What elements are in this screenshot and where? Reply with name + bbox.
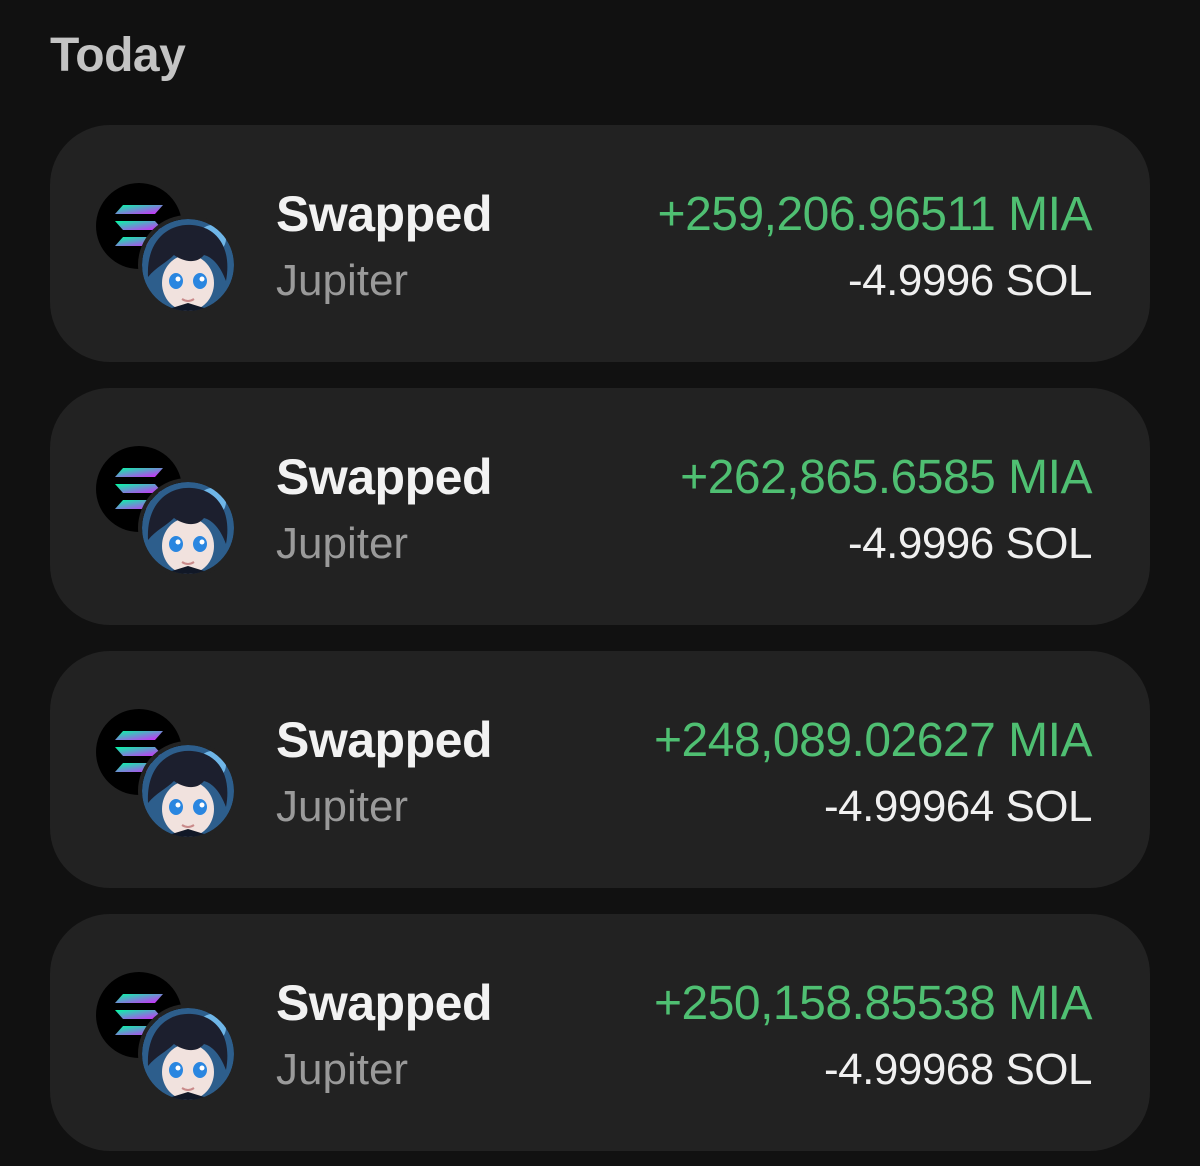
mia-token-avatar [138,215,238,315]
mia-token-avatar [138,1004,238,1104]
amount-sent: -4.99968 SOL [824,1045,1092,1094]
transaction-platform: Jupiter [276,256,409,305]
transaction-type: Swapped [276,186,492,242]
transaction-type: Swapped [276,975,492,1031]
transaction-card[interactable]: Swapped Jupiter +259,206.96511 MIA -4.99… [50,125,1150,362]
transaction-platform: Jupiter [276,782,409,831]
token-pair-icons [96,709,238,841]
transaction-card[interactable]: Swapped Jupiter +250,158.85538 MIA -4.99… [50,914,1150,1151]
amount-received: +250,158.85538 MIA [653,977,1093,1030]
transaction-platform: Jupiter [276,1045,409,1094]
transaction-list: Swapped Jupiter +259,206.96511 MIA -4.99… [50,125,1150,1166]
transaction-type: Swapped [276,712,492,768]
transaction-card[interactable]: Swapped Jupiter +262,865.6585 MIA -4.999… [50,388,1150,625]
transaction-card[interactable]: Swapped Jupiter +248,089.02627 MIA -4.99… [50,651,1150,888]
token-pair-icons [96,972,238,1104]
amount-sent: -4.99964 SOL [824,782,1092,831]
amount-received: +248,089.02627 MIA [653,714,1093,767]
section-header-today: Today [50,29,186,82]
transaction-type: Swapped [276,449,492,505]
amount-received: +262,865.6585 MIA [680,451,1092,504]
mia-token-avatar [138,741,238,841]
token-pair-icons [96,183,238,315]
amount-received: +259,206.96511 MIA [657,188,1093,241]
amount-sent: -4.9996 SOL [848,256,1093,305]
amount-sent: -4.9996 SOL [848,519,1093,568]
token-pair-icons [96,446,238,578]
transaction-platform: Jupiter [276,519,409,568]
mia-token-avatar [138,478,238,578]
